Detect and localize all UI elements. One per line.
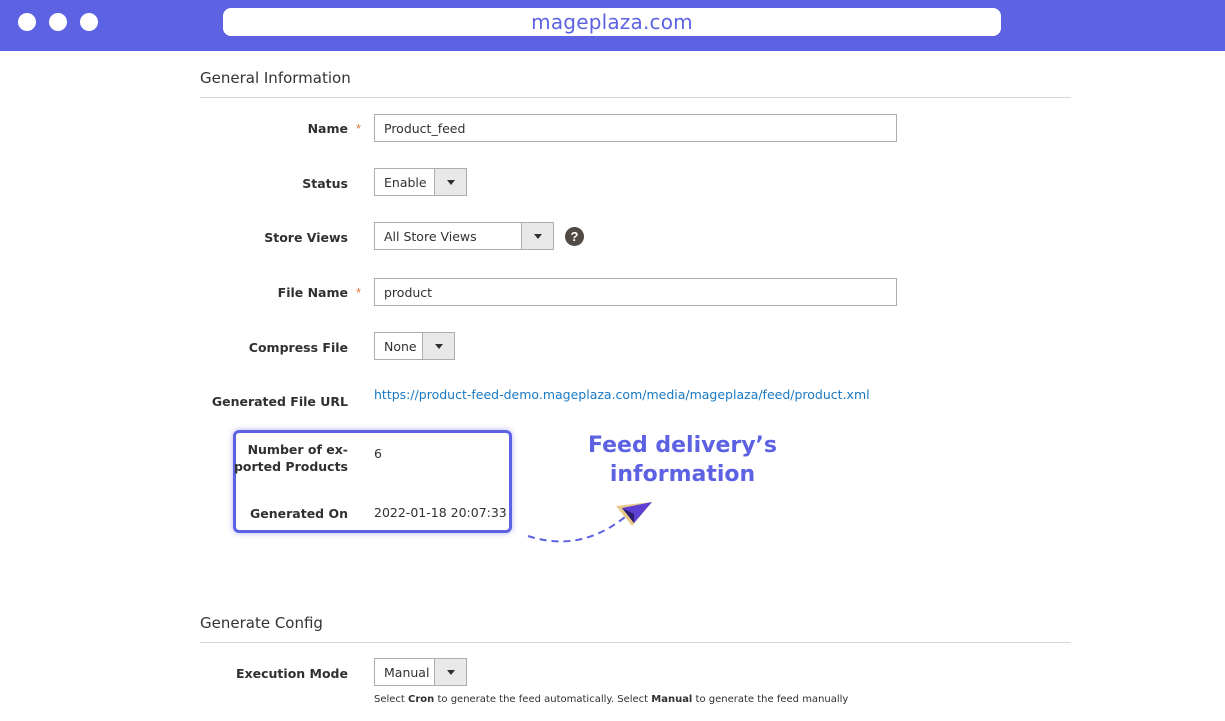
compress-file-select[interactable]: None (374, 332, 455, 360)
chevron-down-icon[interactable] (434, 659, 466, 685)
callout-line1: Feed delivery’s (587, 433, 778, 458)
section-title-general: General Information (200, 69, 351, 87)
generated-on-label: Generated On (250, 506, 348, 521)
note-text: to generate the feed manually (692, 694, 849, 705)
generated-on-value: 2022-01-18 20:07:33 (374, 505, 507, 520)
section-divider (200, 642, 1071, 643)
store-views-label: Store Views (264, 230, 348, 245)
exported-products-label-line1: Number of ex- (247, 442, 348, 457)
browser-bar: mageplaza.com (0, 0, 1225, 51)
chevron-down-icon[interactable] (434, 169, 466, 195)
section-title-generate-config: Generate Config (200, 614, 323, 632)
execution-mode-label: Execution Mode (236, 666, 348, 681)
generated-url-label: Generated File URL (211, 394, 348, 409)
status-select-value: Enable (384, 174, 427, 190)
address-bar-url: mageplaza.com (531, 10, 693, 34)
window-dot-close[interactable] (18, 13, 36, 31)
file-name-input[interactable]: product (374, 278, 897, 306)
note-cron: Cron (408, 694, 435, 705)
store-views-select[interactable]: All Store Views (374, 222, 554, 250)
required-mark: * (356, 285, 362, 300)
compress-file-label: Compress File (248, 340, 348, 355)
exported-products-label: Number of ex- ported Products (234, 441, 348, 475)
status-select[interactable]: Enable (374, 168, 467, 196)
chevron-down-icon[interactable] (422, 333, 454, 359)
name-input[interactable]: Product_feed (374, 114, 897, 142)
feed-delivery-callout: Feed delivery’s information (585, 431, 780, 489)
generated-file-url-link[interactable]: https://product-feed-demo.mageplaza.com/… (374, 387, 870, 402)
paper-plane-icon (616, 502, 652, 526)
question-circle-icon[interactable]: ? (565, 227, 584, 246)
name-label: Name (307, 121, 348, 136)
section-divider (200, 97, 1071, 98)
execution-mode-note: Select Cron to generate the feed automat… (374, 694, 848, 705)
file-name-label: File Name (277, 285, 348, 300)
store-views-select-value: All Store Views (384, 228, 477, 244)
required-mark: * (356, 121, 362, 136)
callout-line2: information (609, 462, 756, 487)
window-dot-maximize[interactable] (80, 13, 98, 31)
note-text: to generate the feed automatically. Sele… (434, 694, 652, 705)
note-text: Select (374, 694, 409, 705)
exported-products-value: 6 (374, 446, 382, 461)
address-bar[interactable]: mageplaza.com (223, 8, 1001, 36)
execution-mode-select[interactable]: Manual (374, 658, 467, 686)
exported-products-label-line2: ported Products (233, 459, 348, 474)
window-dot-minimize[interactable] (49, 13, 67, 31)
status-label: Status (302, 176, 348, 191)
execution-mode-select-value: Manual (384, 664, 430, 680)
note-manual: Manual (651, 694, 693, 705)
chevron-down-icon[interactable] (521, 223, 553, 249)
compress-file-select-value: None (384, 338, 417, 354)
